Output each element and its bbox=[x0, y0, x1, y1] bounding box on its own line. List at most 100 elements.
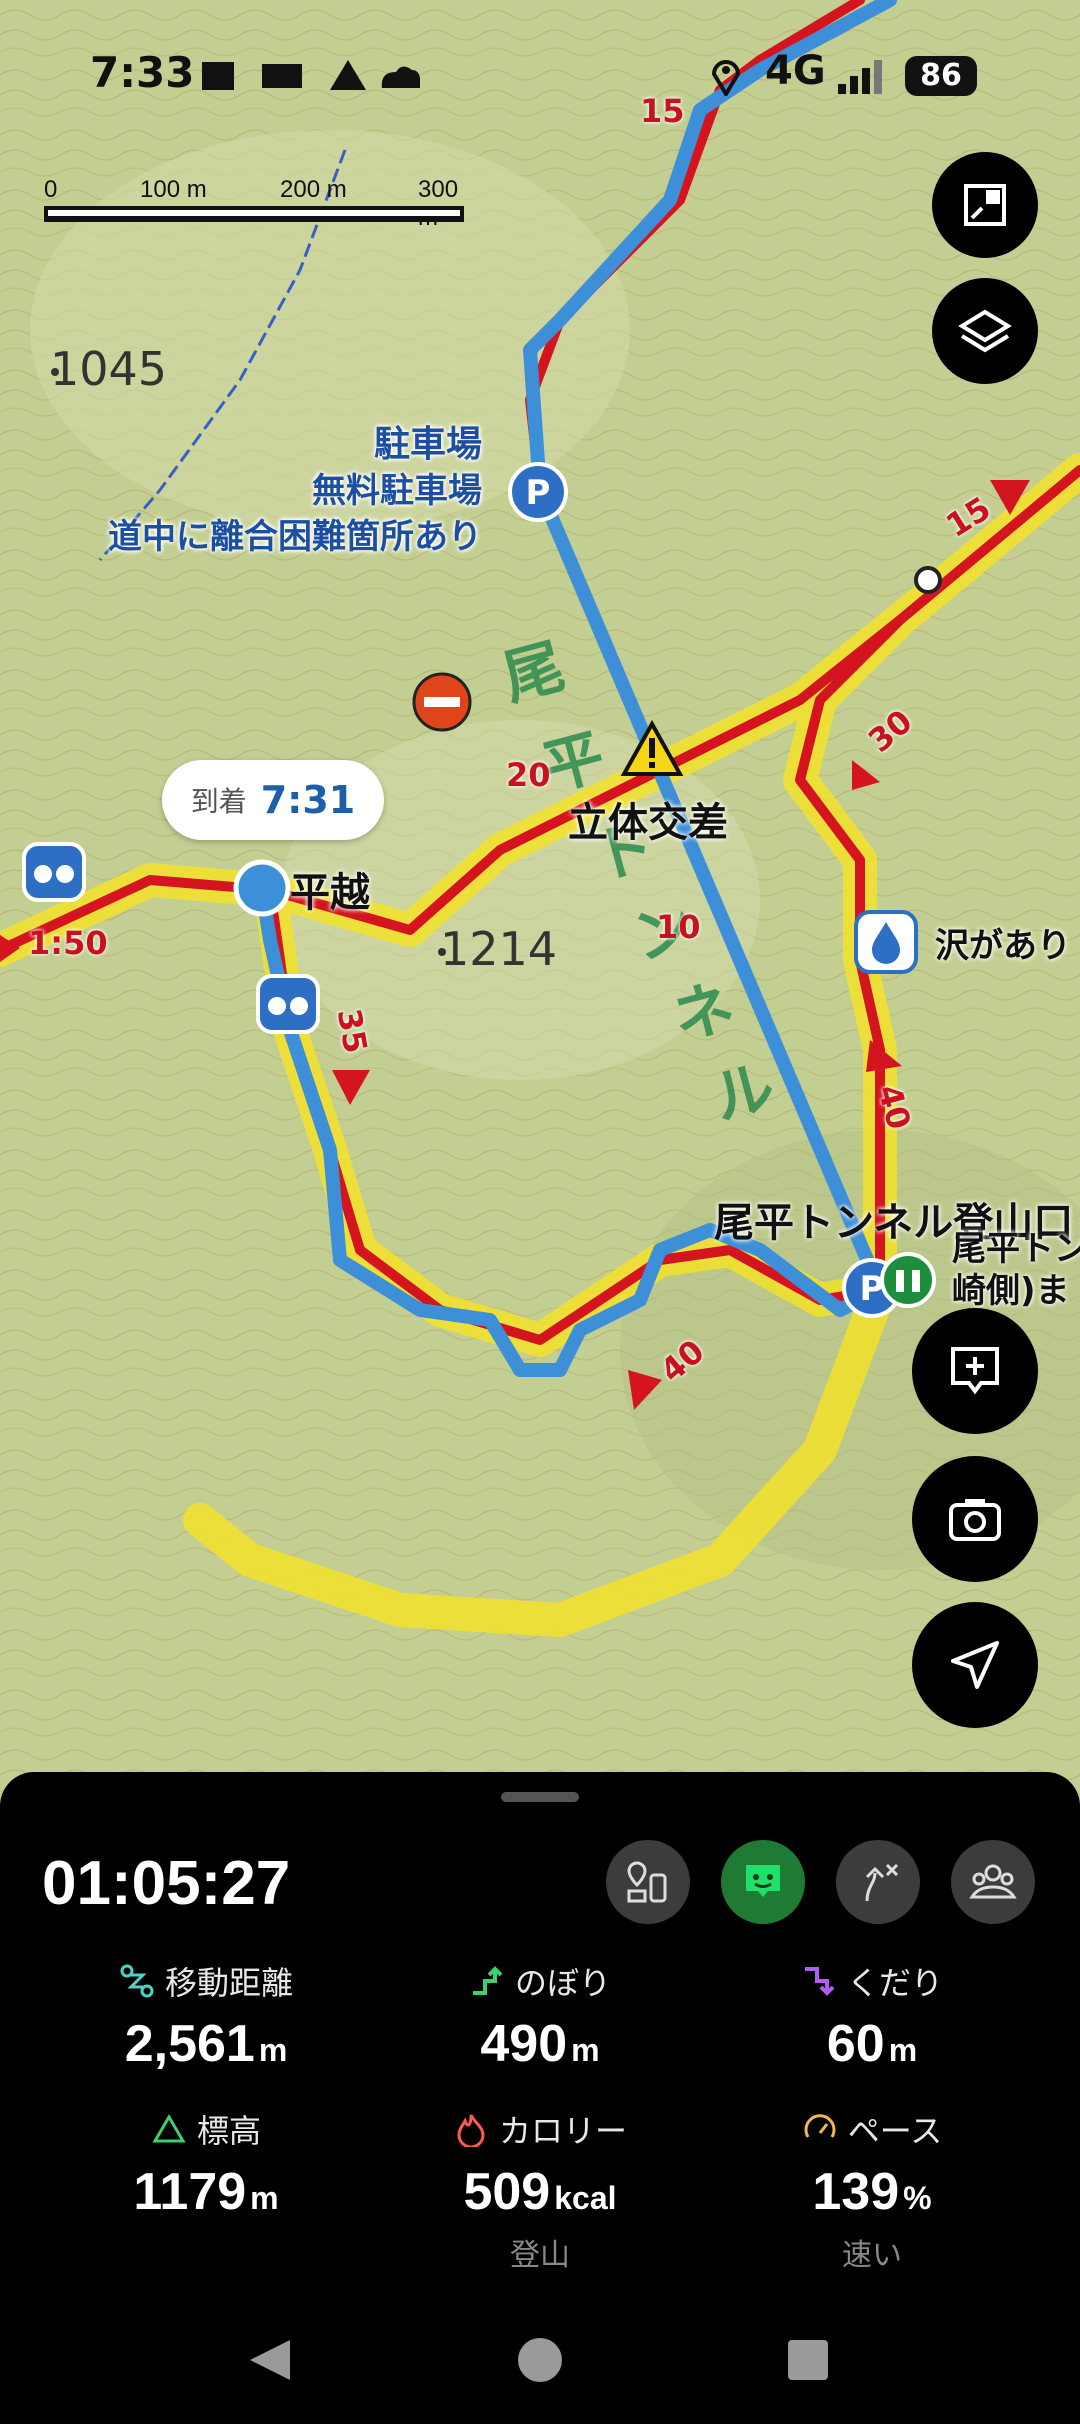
app-icon bbox=[262, 64, 302, 88]
stat-label: カロリー bbox=[498, 2112, 627, 2150]
group-icon bbox=[969, 1864, 1017, 1899]
expand-icon bbox=[964, 184, 1006, 226]
arrival-time: 7:31 bbox=[260, 778, 356, 822]
stat-sub: 登山 bbox=[510, 2238, 570, 2273]
course-time: 10 bbox=[656, 908, 701, 946]
course-time: 35 bbox=[329, 1005, 375, 1057]
stat-descent: くだり 60 m bbox=[722, 1958, 1022, 2074]
parking-marker[interactable]: P bbox=[506, 460, 570, 524]
topographic-map[interactable]: 尾 平 ト ン ネ ル 1045 1214 7:33 4G 86 0 100 m… bbox=[0, 0, 1080, 1800]
elapsed-timer: 01:05:27 bbox=[42, 1849, 291, 1918]
flame-icon bbox=[457, 2114, 485, 2147]
off-route-icon bbox=[865, 1863, 899, 1902]
elevation-1045: 1045 bbox=[50, 342, 167, 396]
mountain-status-icon bbox=[330, 60, 366, 90]
scale-label: 300 m bbox=[418, 176, 459, 231]
stat-distance: 移動距離 2,561 m bbox=[56, 1958, 356, 2074]
add-note-button[interactable] bbox=[912, 1308, 1038, 1434]
arrival-label: 到着 bbox=[190, 785, 247, 818]
scale-bar: 0 100 m 200 m 300 m bbox=[44, 176, 464, 231]
parking-info: 駐車場 bbox=[230, 420, 482, 470]
stat-value: 139 bbox=[812, 2163, 900, 2221]
mountain-icon bbox=[152, 2114, 186, 2143]
warning-icon[interactable] bbox=[620, 720, 684, 778]
stat-label: 標高 bbox=[196, 2112, 261, 2150]
auto-guide-button[interactable] bbox=[721, 1840, 805, 1924]
scale-label: 200 m bbox=[280, 176, 347, 203]
route-icon bbox=[120, 1964, 154, 1998]
parking-info-details: 無料駐車場 道中に離合困難箇所あり bbox=[80, 468, 482, 560]
stat-label: 移動距離 bbox=[164, 1964, 293, 2002]
stat-value: 60 bbox=[826, 2015, 885, 2073]
scale-label: 100 m bbox=[140, 176, 207, 203]
camera-icon bbox=[949, 1499, 1001, 1541]
camera-button[interactable] bbox=[912, 1456, 1038, 1582]
app-icon bbox=[202, 62, 234, 90]
robot-face-icon bbox=[746, 1865, 780, 1897]
cloud-icon bbox=[381, 66, 420, 88]
stat-unit: % bbox=[903, 2180, 932, 2216]
stat-label: のぼり bbox=[514, 1964, 611, 2002]
status-time: 7:33 bbox=[90, 48, 195, 97]
network-type: 4G bbox=[765, 48, 826, 94]
water-drop-icon[interactable] bbox=[854, 910, 918, 974]
off-route-button[interactable] bbox=[836, 1840, 920, 1924]
stat-value: 2,561 bbox=[124, 2015, 255, 2073]
fullscreen-button[interactable] bbox=[932, 152, 1038, 258]
home-icon[interactable] bbox=[518, 2338, 562, 2382]
trailhead-note-line: 尾平トン bbox=[952, 1229, 1080, 1269]
arrival-time-bubble[interactable]: 到着 7:31 bbox=[162, 760, 384, 840]
stat-calories: カロリー 509 kcal 登山 bbox=[390, 2106, 690, 2274]
checkpoint-icon bbox=[627, 1861, 667, 1903]
parking-title: 駐車場 bbox=[373, 424, 482, 465]
nav-buttons bbox=[250, 2338, 828, 2382]
notification-icons bbox=[202, 60, 420, 90]
stat-value: 1179 bbox=[133, 2163, 247, 2221]
scale-label: 0 bbox=[44, 176, 58, 203]
navigate-button[interactable] bbox=[912, 1602, 1038, 1728]
stat-label: ペース bbox=[847, 2112, 943, 2150]
stat-sub: 速い bbox=[842, 2238, 902, 2273]
course-time: 15 bbox=[640, 92, 685, 130]
course-time: 1:50 bbox=[28, 924, 108, 962]
stat-ascent: のぼり 490 m bbox=[390, 1958, 690, 2074]
parking-free: 無料駐車場 bbox=[312, 471, 482, 511]
ascent-icon bbox=[472, 1966, 503, 1995]
viewpoint-icon[interactable] bbox=[256, 974, 320, 1034]
add-comment-icon bbox=[951, 1347, 999, 1395]
location-icon bbox=[711, 60, 741, 96]
junction-marker[interactable] bbox=[914, 566, 942, 594]
elevation-1214: 1214 bbox=[440, 922, 557, 976]
no-entry-icon[interactable] bbox=[410, 670, 474, 734]
viewpoint-icon[interactable] bbox=[22, 842, 86, 902]
stat-label: くだり bbox=[846, 1964, 943, 2002]
parking-note: 道中に離合困難箇所あり bbox=[108, 517, 482, 557]
stat-unit: kcal bbox=[554, 2180, 617, 2216]
navigation-arrow-icon bbox=[951, 1641, 999, 1689]
stat-unit: m bbox=[888, 2032, 918, 2068]
recents-icon[interactable] bbox=[788, 2340, 828, 2380]
toilet-icon[interactable] bbox=[878, 1250, 938, 1310]
stat-altitude: 標高 1179 m bbox=[56, 2106, 356, 2222]
group-button[interactable] bbox=[951, 1840, 1035, 1924]
drag-handle[interactable] bbox=[501, 1792, 579, 1802]
status-bar: 7:33 4G 86 bbox=[0, 0, 1080, 150]
speedometer-icon bbox=[804, 2114, 836, 2138]
back-icon[interactable] bbox=[250, 2340, 290, 2380]
stat-pace: ペース 139% 速い bbox=[722, 2106, 1022, 2274]
water-label[interactable]: 沢があり bbox=[935, 918, 1071, 967]
signal-icon bbox=[838, 60, 882, 94]
stat-value: 490 bbox=[480, 2015, 568, 2073]
svg-text:P: P bbox=[526, 473, 551, 513]
checkpoint-button[interactable] bbox=[606, 1840, 690, 1924]
stat-unit: m bbox=[258, 2032, 288, 2068]
descent-icon bbox=[804, 1967, 835, 1996]
scale-line bbox=[44, 206, 464, 222]
layers-button[interactable] bbox=[932, 278, 1038, 384]
current-location-marker bbox=[233, 859, 291, 917]
stat-value: 509 bbox=[463, 2163, 551, 2221]
trailhead-note-line: 崎側)ま bbox=[952, 1271, 1070, 1311]
crossing-label[interactable]: 立体交差 bbox=[568, 790, 728, 848]
trailhead-note: 尾平トン 崎側)ま bbox=[952, 1228, 1080, 1312]
spot-hiragoe[interactable]: 平越 bbox=[290, 860, 370, 918]
